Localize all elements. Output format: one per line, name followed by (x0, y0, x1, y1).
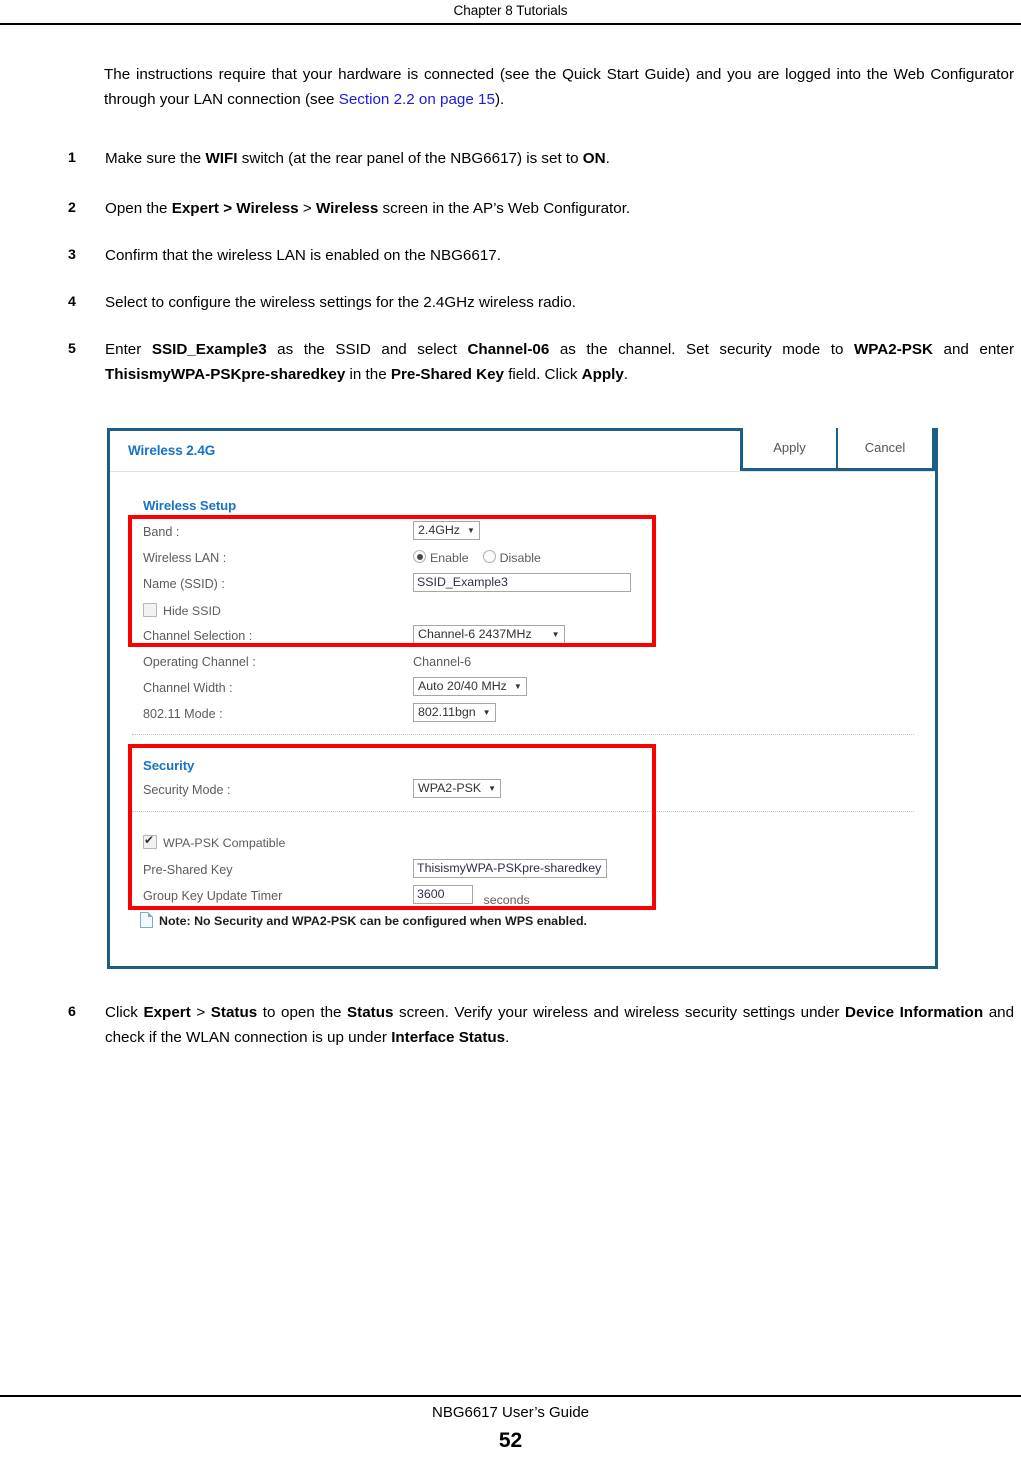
security-mode-wrap: WPA2-PSK ▼ (413, 779, 502, 798)
row-group-key-update-timer: Group Key Update Timer 3600 seconds (143, 885, 903, 911)
row-channel-width: Channel Width : Auto 20/40 MHz ▼ (143, 677, 903, 703)
mode-80211-select[interactable]: 802.11bgn ▼ (413, 703, 496, 722)
band-select-wrap: 2.4GHz ▼ (413, 521, 480, 540)
chevron-down-icon: ▼ (488, 784, 497, 794)
mode-80211-label: 802.11 Mode : (143, 707, 223, 721)
step-1: 1 Make sure the WIFI switch (at the rear… (68, 146, 1014, 171)
wireless-setup-section-title: Wireless Setup (143, 498, 237, 513)
note-text: Note: No Security and WPA2-PSK can be co… (159, 914, 587, 928)
step-number: 4 (68, 294, 76, 310)
footer-divider (0, 1395, 1021, 1397)
channel-width-wrap: Auto 20/40 MHz ▼ (413, 677, 527, 696)
section-divider-1 (132, 734, 914, 735)
intro-paragraph: The instructions require that your hardw… (104, 62, 1014, 112)
step-6: 6 Click Expert > Status to open the Stat… (68, 1000, 1014, 1050)
row-security-mode: Security Mode : WPA2-PSK ▼ (143, 779, 903, 805)
chevron-down-icon: ▼ (551, 630, 560, 640)
chevron-down-icon: ▼ (513, 682, 522, 692)
operating-channel-value: Channel-6 (413, 655, 472, 669)
channel-selection-wrap: Channel-6 2437MHz ▼ (413, 625, 565, 644)
intro-text-after: ). (494, 91, 505, 108)
step-text: Open the Expert > Wireless > Wireless sc… (105, 200, 631, 217)
wireless-lan-radio-group: Enable Disable (413, 550, 555, 565)
row-hide-ssid: Hide SSID (143, 603, 221, 618)
channel-selection-select[interactable]: Channel-6 2437MHz ▼ (413, 625, 565, 644)
row-80211-mode: 802.11 Mode : 802.11bgn ▼ (143, 703, 903, 729)
step-text: Make sure the WIFI switch (at the rear p… (105, 150, 610, 167)
step-number: 3 (68, 247, 76, 263)
channel-width-label: Channel Width : (143, 681, 233, 695)
group-key-update-timer-input[interactable]: 3600 (413, 885, 473, 904)
step-text: Click Expert > Status to open the Status… (105, 1004, 1015, 1046)
wireless-config-screenshot: Wireless 2.4G Apply Cancel Wireless Setu… (107, 428, 938, 969)
hide-ssid-label: Hide SSID (163, 604, 221, 618)
group-key-update-timer-unit: seconds (483, 893, 530, 907)
chevron-down-icon: ▼ (482, 708, 491, 718)
wpa-psk-compatible-checkbox[interactable] (143, 833, 157, 849)
footer-guide-title: NBG6617 User’s Guide (431, 1404, 590, 1421)
step-4: 4 Select to configure the wireless setti… (68, 290, 1014, 315)
row-channel-selection: Channel Selection : Channel-6 2437MHz ▼ (143, 625, 903, 651)
radio-disable-label: Disable (499, 551, 541, 565)
band-select-value: 2.4GHz (418, 523, 461, 537)
group-key-update-timer-label: Group Key Update Timer (143, 889, 283, 903)
security-mode-label: Security Mode : (143, 783, 231, 797)
wireless-lan-label: Wireless LAN : (143, 551, 227, 565)
note-row: Note: No Security and WPA2-PSK can be co… (140, 912, 587, 928)
step-number: 6 (68, 1004, 76, 1020)
chevron-down-icon: ▼ (467, 526, 475, 536)
security-mode-value: WPA2-PSK (418, 781, 482, 795)
group-key-update-timer-wrap: 3600 seconds (413, 885, 530, 907)
footer-page-number: 52 (498, 1429, 523, 1452)
intro-text-before: The instructions require that your hardw… (104, 66, 1014, 108)
section-link[interactable]: Section 2.2 on page 15 (339, 91, 495, 108)
radio-disable[interactable] (482, 550, 496, 563)
running-head: Chapter 8 Tutorials (453, 3, 568, 18)
row-wireless-lan: Wireless LAN : Enable Disable (143, 547, 903, 573)
cancel-button[interactable]: Cancel (838, 428, 935, 471)
band-select[interactable]: 2.4GHz ▼ (413, 521, 480, 540)
row-operating-channel: Operating Channel : Channel-6 (143, 651, 903, 677)
radio-enable-label: Enable (430, 551, 469, 565)
ssid-input[interactable]: SSID_Example3 (413, 573, 631, 592)
ssid-input-wrap: SSID_Example3 (413, 573, 631, 595)
mode-80211-value: 802.11bgn (418, 705, 476, 719)
step-text: Select to configure the wireless setting… (105, 294, 577, 311)
step-2: 2 Open the Expert > Wireless > Wireless … (68, 196, 1014, 221)
pre-shared-key-input[interactable]: ThisismyWPA-PSKpre-sharedkey (413, 859, 607, 878)
step-5: 5 Enter SSID_Example3 as the SSID and se… (68, 337, 1014, 387)
step-number: 5 (68, 341, 76, 357)
row-wpa-psk-compatible: WPA-PSK Compatible (143, 833, 286, 850)
pre-shared-key-label: Pre-Shared Key (143, 863, 233, 877)
step-number: 2 (68, 200, 76, 216)
row-band: Band : 2.4GHz ▼ (143, 521, 903, 547)
band-label: Band : (143, 525, 180, 539)
screen-title: Wireless 2.4G (128, 443, 216, 458)
row-ssid: Name (SSID) : SSID_Example3 (143, 573, 903, 599)
hide-ssid-checkbox[interactable] (143, 603, 157, 617)
radio-enable[interactable] (413, 550, 426, 563)
channel-selection-label: Channel Selection : (143, 629, 253, 643)
pre-shared-key-wrap: ThisismyWPA-PSKpre-sharedkey (413, 859, 607, 881)
mode-80211-wrap: 802.11bgn ▼ (413, 703, 496, 722)
operating-channel-label: Operating Channel : (143, 655, 256, 669)
row-pre-shared-key: Pre-Shared Key ThisismyWPA-PSKpre-shared… (143, 859, 903, 885)
note-page-icon (140, 912, 153, 928)
channel-selection-value: Channel-6 2437MHz (418, 627, 532, 641)
wpa-psk-compatible-label: WPA-PSK Compatible (163, 836, 286, 850)
step-3: 3 Confirm that the wireless LAN is enabl… (68, 243, 1014, 268)
channel-width-value: Auto 20/40 MHz (418, 679, 507, 693)
channel-width-select[interactable]: Auto 20/40 MHz ▼ (413, 677, 527, 696)
section-divider-2 (132, 811, 914, 812)
security-section-title: Security (143, 758, 195, 773)
header-divider (0, 23, 1021, 25)
step-text: Confirm that the wireless LAN is enabled… (105, 247, 501, 264)
security-mode-select[interactable]: WPA2-PSK ▼ (413, 779, 502, 798)
step-text: Enter SSID_Example3 as the SSID and sele… (105, 341, 1015, 383)
apply-button[interactable]: Apply (740, 428, 838, 471)
step-number: 1 (68, 150, 76, 166)
ssid-label: Name (SSID) : (143, 577, 225, 591)
